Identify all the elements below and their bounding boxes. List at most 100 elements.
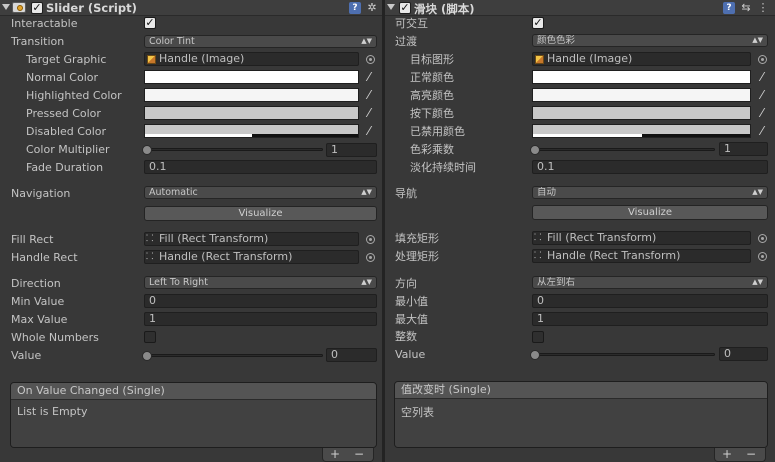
- script-component-icon: [12, 2, 26, 13]
- visualize-button[interactable]: Visualize: [144, 206, 377, 221]
- eyedropper-icon[interactable]: ⁄: [363, 125, 375, 137]
- transition-dropdown[interactable]: Color Tint ▲▼: [144, 35, 377, 48]
- help-book-icon[interactable]: ?: [349, 2, 361, 14]
- min-value-field[interactable]: 0: [144, 294, 377, 308]
- color-multiplier-slider-track[interactable]: [146, 148, 323, 151]
- on-value-changed-event: 值改变时 (Single) 空列表: [394, 381, 768, 448]
- target-graphic-field[interactable]: Handle (Image): [144, 52, 359, 66]
- visualize-button[interactable]: Visualize: [532, 205, 768, 220]
- handle-rect-field[interactable]: ⸬ Handle (Rect Transform): [532, 249, 751, 263]
- value-field[interactable]: 0: [326, 348, 377, 362]
- object-picker-icon[interactable]: [758, 55, 767, 64]
- remove-listener-button[interactable]: −: [347, 448, 371, 461]
- eyedropper-icon[interactable]: ⁄: [756, 125, 768, 137]
- normal-color-field[interactable]: [532, 70, 751, 84]
- disabled-color-field[interactable]: [532, 124, 751, 138]
- highlighted-color-field[interactable]: [144, 88, 359, 102]
- object-picker-icon[interactable]: [758, 252, 767, 261]
- alpha-fill: [533, 134, 642, 137]
- value-field[interactable]: 0: [719, 347, 768, 361]
- fill-rect-field[interactable]: ⸬ Fill (Rect Transform): [532, 231, 751, 245]
- value-slider-thumb[interactable]: [530, 350, 540, 360]
- color-multiplier-field[interactable]: 1: [326, 143, 377, 157]
- component-enabled-checkbox[interactable]: ✓: [399, 2, 411, 14]
- event-list-empty: 空列表: [395, 399, 767, 447]
- gear-icon[interactable]: ✲: [366, 2, 378, 14]
- eyedropper-icon[interactable]: ⁄: [756, 71, 768, 83]
- component-enabled-checkbox[interactable]: ✓: [31, 2, 43, 14]
- eyedropper-icon[interactable]: ⁄: [756, 107, 768, 119]
- foldout-arrow-icon[interactable]: [387, 4, 395, 10]
- transition-value: 颜色色彩: [537, 35, 576, 46]
- navigation-dropdown[interactable]: Automatic ▲▼: [144, 186, 377, 199]
- value-slider-track[interactable]: [146, 354, 323, 357]
- min-value-field[interactable]: 0: [532, 294, 768, 308]
- color-multiplier-slider-track[interactable]: [534, 148, 715, 151]
- image-component-icon: [535, 55, 544, 64]
- fade-duration-field[interactable]: 0.1: [144, 160, 377, 174]
- object-picker-icon[interactable]: [758, 234, 767, 243]
- dropdown-arrow-icon: ▲▼: [361, 37, 372, 45]
- eyedropper-icon[interactable]: ⁄: [756, 89, 768, 101]
- navigation-value: Automatic: [149, 187, 198, 198]
- interactable-checkbox[interactable]: ✓: [144, 17, 156, 29]
- remove-listener-button[interactable]: −: [739, 448, 763, 461]
- color-multiplier-slider-thumb[interactable]: [530, 145, 540, 155]
- value-slider-thumb[interactable]: [142, 351, 152, 361]
- dropdown-arrow-icon: ▲▼: [752, 36, 763, 44]
- pressed-color-field[interactable]: [532, 106, 751, 120]
- navigation-dropdown[interactable]: 自动 ▲▼: [532, 186, 768, 199]
- max-value-label: Max Value: [11, 313, 68, 326]
- value-slider-track[interactable]: [534, 353, 715, 356]
- handle-rect-label: 处理矩形: [395, 250, 439, 263]
- disabled-color-label: Disabled Color: [26, 125, 107, 138]
- object-picker-icon[interactable]: [366, 55, 375, 64]
- target-graphic-label: Target Graphic: [26, 53, 107, 66]
- handle-rect-value: Handle (Rect Transform): [159, 250, 293, 263]
- navigation-label: Navigation: [11, 187, 71, 200]
- preset-icon[interactable]: ⇆: [740, 2, 752, 14]
- fill-rect-field[interactable]: ⸬ Fill (Rect Transform): [144, 232, 359, 246]
- interactable-checkbox[interactable]: ✓: [532, 17, 544, 29]
- value-label: Value: [11, 349, 42, 362]
- normal-color-field[interactable]: [144, 70, 359, 84]
- whole-numbers-checkbox[interactable]: [532, 331, 544, 343]
- object-picker-icon[interactable]: [366, 253, 375, 262]
- max-value-field[interactable]: 1: [532, 312, 768, 326]
- normal-color-label: Normal Color: [26, 71, 99, 84]
- eyedropper-icon[interactable]: ⁄: [363, 89, 375, 101]
- event-list-empty: List is Empty: [11, 400, 376, 447]
- dropdown-arrow-icon: ▲▼: [752, 188, 763, 196]
- pressed-color-field[interactable]: [144, 106, 359, 120]
- component-header[interactable]: ✓ 滑块 (脚本) ? ⇆ ⋮: [385, 0, 775, 16]
- highlighted-color-field[interactable]: [532, 88, 751, 102]
- target-graphic-label: 目标图形: [410, 53, 454, 66]
- direction-dropdown[interactable]: 从左到右 ▲▼: [532, 276, 768, 289]
- help-book-icon[interactable]: ?: [723, 2, 735, 14]
- component-title: 滑块 (脚本): [414, 2, 475, 16]
- handle-rect-field[interactable]: ⸬ Handle (Rect Transform): [144, 250, 359, 264]
- whole-numbers-checkbox[interactable]: [144, 331, 156, 343]
- navigation-value: 自动: [537, 187, 557, 198]
- target-graphic-field[interactable]: Handle (Image): [532, 52, 751, 66]
- add-listener-button[interactable]: +: [323, 448, 347, 461]
- navigation-label: 导航: [395, 187, 417, 200]
- color-multiplier-field[interactable]: 1: [719, 142, 768, 156]
- event-title: On Value Changed (Single): [11, 383, 376, 400]
- foldout-arrow-icon[interactable]: [2, 4, 10, 10]
- max-value-field[interactable]: 1: [144, 312, 377, 326]
- gear-icon[interactable]: ⋮: [757, 2, 769, 14]
- add-listener-button[interactable]: +: [715, 448, 739, 461]
- eyedropper-icon[interactable]: ⁄: [363, 107, 375, 119]
- whole-numbers-label: 整数: [395, 330, 417, 343]
- alpha-fill: [145, 134, 252, 137]
- direction-dropdown[interactable]: Left To Right ▲▼: [144, 276, 377, 289]
- disabled-color-field[interactable]: [144, 124, 359, 138]
- component-header[interactable]: ✓ Slider (Script) ? ✲: [0, 0, 382, 16]
- fade-duration-field[interactable]: 0.1: [532, 160, 768, 174]
- transition-dropdown[interactable]: 颜色色彩 ▲▼: [532, 34, 768, 47]
- eyedropper-icon[interactable]: ⁄: [363, 71, 375, 83]
- color-multiplier-slider-thumb[interactable]: [142, 145, 152, 155]
- object-picker-icon[interactable]: [366, 235, 375, 244]
- target-graphic-value: Handle (Image): [547, 52, 633, 65]
